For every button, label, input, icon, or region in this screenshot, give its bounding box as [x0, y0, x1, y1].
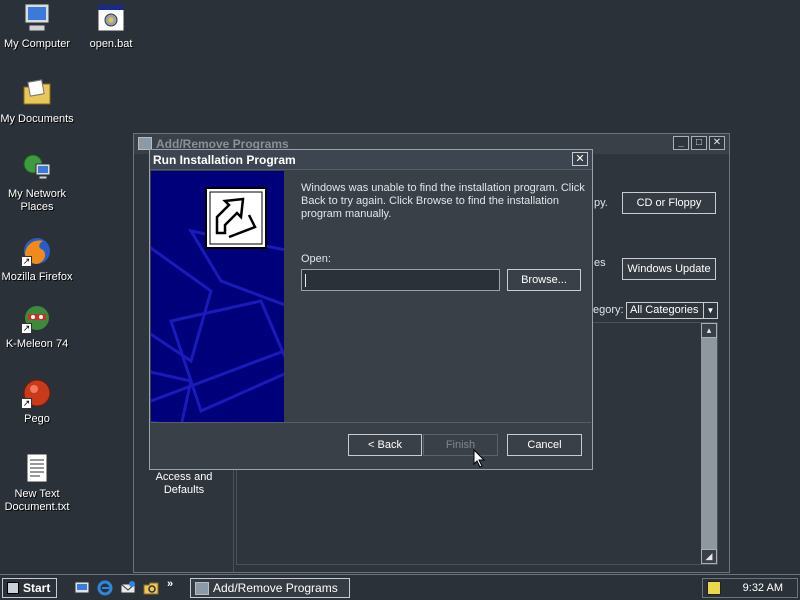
windows-update-description-text: es [594, 257, 606, 269]
start-button[interactable]: Start [2, 578, 57, 598]
close-button[interactable]: ✕ [572, 152, 588, 166]
pego-icon: ↗ [21, 377, 53, 409]
desktop-icon-label: Mozilla Firefox [1, 271, 73, 283]
back-button[interactable]: < Back [348, 434, 422, 456]
run-installation-program-dialog: Run Installation Program ✕ Windows was u… [149, 149, 593, 470]
open-label: Open: [301, 253, 331, 265]
windows-explorer-icon[interactable] [142, 579, 160, 597]
desktop-icon-network-places[interactable]: My Network Places [0, 152, 74, 214]
tray-notification-icon[interactable] [707, 581, 721, 595]
open-path-input[interactable] [301, 269, 500, 291]
computer-icon [21, 2, 53, 34]
network-icon [21, 152, 53, 184]
scroll-up-button[interactable]: ▴ [701, 323, 717, 338]
chevron-down-icon[interactable]: ▼ [703, 303, 717, 318]
desktop-icon-label: My Documents [0, 113, 74, 125]
wizard-banner-image [151, 171, 284, 422]
desktop-icon-label: open.bat [89, 38, 133, 50]
windows-logo-icon [7, 582, 19, 594]
taskbar-button-add-remove-programs[interactable]: Add/Remove Programs [190, 578, 350, 598]
show-desktop-icon[interactable] [73, 579, 91, 597]
desktop-icon-kmeleon[interactable]: ↗ K-Meleon 74 [0, 302, 74, 351]
add-remove-programs-icon [195, 582, 209, 595]
desktop-icon-open-bat[interactable]: open.bat [74, 2, 148, 51]
dialog-footer: < Back Finish Cancel [151, 423, 591, 468]
shortcut-arrow-icon: ↗ [21, 256, 32, 267]
start-label: Start [23, 581, 51, 595]
dialog-title: Run Installation Program [153, 153, 296, 167]
kmeleon-icon: ↗ [21, 302, 53, 334]
dialog-message: Windows was unable to find the installat… [301, 182, 585, 220]
sidebar-item-program-access-defaults[interactable]: Access and Defaults [140, 471, 228, 497]
desktop-icon-label: Pego [24, 413, 50, 425]
desktop-icon-firefox[interactable]: ↗ Mozilla Firefox [0, 235, 74, 284]
shortcut-arrow-icon: ↗ [21, 398, 32, 409]
category-select-value: All Categories [630, 304, 699, 316]
mouse-cursor-icon [473, 448, 487, 469]
vertical-scrollbar[interactable]: ▴ ◢ [701, 323, 717, 564]
text-file-icon [21, 452, 53, 484]
desktop-icon-my-computer[interactable]: My Computer [0, 2, 74, 51]
shortcut-arrow-icon: ↗ [21, 323, 32, 334]
desktop-icon-label: My Network Places [7, 188, 67, 213]
cd-floppy-description-text: py. [594, 197, 608, 209]
batch-file-icon [95, 2, 127, 34]
system-tray: 9:32 AM [702, 578, 798, 598]
close-button[interactable]: ✕ [709, 136, 725, 150]
internet-explorer-icon[interactable] [96, 579, 114, 597]
dialog-content: Windows was unable to find the installat… [284, 171, 591, 422]
category-select[interactable]: All Categories ▼ [626, 302, 718, 319]
desktop-icon-label: My Computer [3, 38, 71, 50]
scroll-down-button[interactable]: ◢ [701, 549, 717, 564]
dialog-title-bar[interactable]: Run Installation Program ✕ [150, 150, 592, 170]
clock[interactable]: 9:32 AM [743, 582, 783, 594]
browse-button[interactable]: Browse... [507, 269, 581, 291]
windows-update-button[interactable]: Windows Update [622, 258, 716, 280]
quick-launch-overflow-chevron[interactable]: » [167, 578, 173, 590]
cancel-button[interactable]: Cancel [507, 434, 582, 456]
desktop-icon-label: K-Meleon 74 [5, 338, 69, 350]
outlook-express-icon[interactable] [119, 579, 137, 597]
taskbar-button-label: Add/Remove Programs [213, 581, 338, 595]
taskbar: Start » Add/Remove Programs 9:32 AM [0, 574, 800, 600]
desktop-icon-my-documents[interactable]: My Documents [0, 77, 74, 126]
firefox-icon: ↗ [21, 235, 53, 267]
desktop-icon-pego[interactable]: ↗ Pego [0, 377, 74, 426]
cd-or-floppy-button[interactable]: CD or Floppy [622, 192, 716, 214]
folder-documents-icon [21, 77, 53, 109]
category-label: egory: [593, 304, 624, 316]
desktop-icon-new-text-document[interactable]: New Text Document.txt [0, 452, 74, 514]
minimize-button[interactable]: _ [673, 136, 689, 150]
maximize-button[interactable]: □ [691, 136, 707, 150]
desktop-icon-label: New Text Document.txt [4, 488, 70, 513]
